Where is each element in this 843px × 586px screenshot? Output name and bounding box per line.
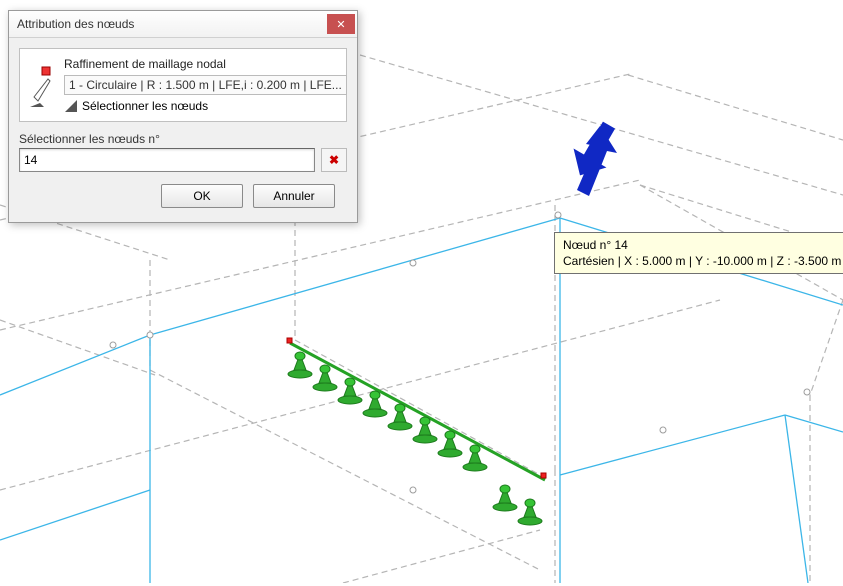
select-nodes-label: Sélectionner les nœuds	[82, 99, 208, 113]
close-button[interactable]: ✕	[327, 14, 355, 34]
dialog-title: Attribution des nœuds	[17, 17, 327, 31]
node-number-input[interactable]	[19, 148, 315, 172]
section-header: Sélectionner les nœuds n°	[19, 132, 347, 146]
triangle-icon	[64, 99, 78, 113]
ok-button[interactable]: OK	[161, 184, 243, 208]
refinement-dropdown[interactable]: 1 - Circulaire | R : 1.500 m | LFE,i : 0…	[64, 75, 347, 95]
node-refinement-icon	[28, 61, 64, 109]
dialog-titlebar[interactable]: Attribution des nœuds ✕	[9, 11, 357, 38]
node-tooltip: Nœud n° 14 Cartésien | X : 5.000 m | Y :…	[554, 232, 843, 274]
tooltip-line2: Cartésien | X : 5.000 m | Y : -10.000 m …	[563, 253, 841, 269]
clear-button[interactable]: ✖	[321, 148, 347, 172]
close-icon: ✕	[336, 18, 345, 31]
assign-nodes-dialog: Attribution des nœuds ✕ Raffinement de m…	[8, 10, 358, 223]
refinement-label: Raffinement de maillage nodal	[64, 57, 347, 71]
tooltip-line1: Nœud n° 14	[563, 237, 841, 253]
clear-icon: ✖	[329, 153, 339, 167]
callout-arrow-icon	[555, 118, 625, 218]
cancel-button[interactable]: Annuler	[253, 184, 335, 208]
refinement-panel: Raffinement de maillage nodal 1 - Circul…	[19, 48, 347, 122]
